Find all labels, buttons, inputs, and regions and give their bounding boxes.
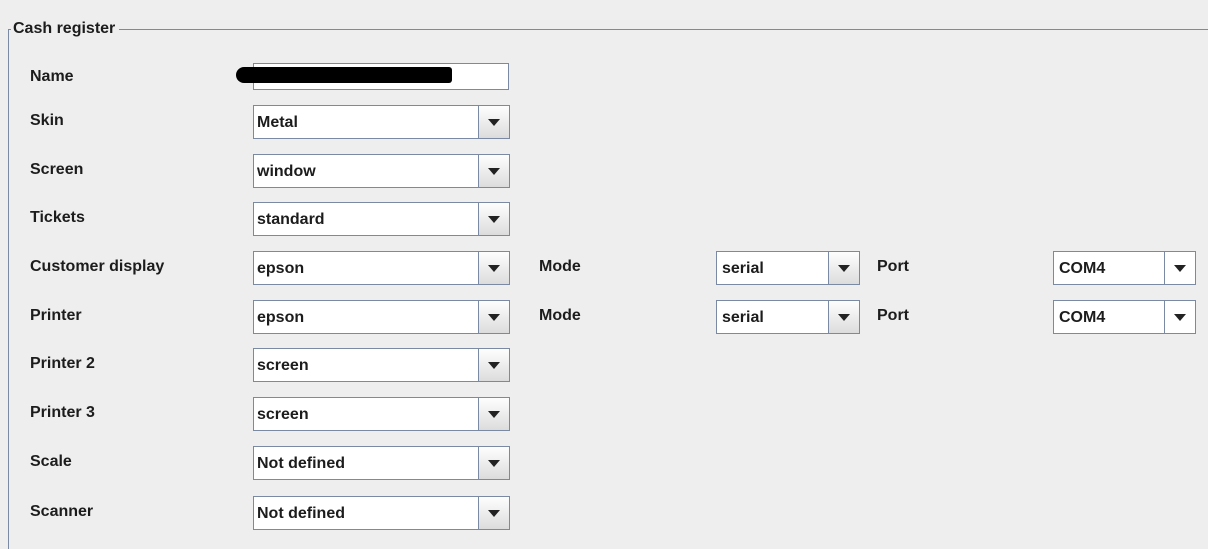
printer-2-value: screen bbox=[257, 357, 309, 374]
chevron-down-icon bbox=[488, 460, 500, 467]
printer-2-select[interactable]: screen bbox=[253, 348, 510, 382]
screen-select[interactable]: window bbox=[253, 154, 510, 188]
scale-select[interactable]: Not defined bbox=[253, 446, 510, 480]
printer-3-dropdown-button[interactable] bbox=[478, 398, 509, 430]
chevron-down-icon bbox=[1174, 314, 1186, 321]
printer-mode-label: Mode bbox=[539, 307, 581, 324]
chevron-down-icon bbox=[488, 314, 500, 321]
skin-select[interactable]: Metal bbox=[253, 105, 510, 139]
chevron-down-icon bbox=[488, 119, 500, 126]
customer-display-port-dropdown-button[interactable] bbox=[1164, 252, 1195, 284]
row-name: Name bbox=[0, 59, 1208, 95]
printer-mode-select[interactable]: serial bbox=[716, 300, 860, 334]
customer-display-mode-label: Mode bbox=[539, 258, 581, 275]
printer-label: Printer bbox=[30, 307, 82, 324]
chevron-down-icon bbox=[838, 265, 850, 272]
tickets-select[interactable]: standard bbox=[253, 202, 510, 236]
customer-display-label: Customer display bbox=[30, 258, 165, 275]
printer-port-value: COM4 bbox=[1059, 309, 1106, 326]
row-skin: Skin Metal bbox=[0, 103, 1208, 139]
printer-mode-value: serial bbox=[722, 309, 764, 326]
customer-display-select[interactable]: epson bbox=[253, 251, 510, 285]
printer-dropdown-button[interactable] bbox=[478, 301, 509, 333]
scale-dropdown-button[interactable] bbox=[478, 447, 509, 479]
customer-display-port-select[interactable]: COM4 bbox=[1053, 251, 1196, 285]
chevron-down-icon bbox=[1174, 265, 1186, 272]
customer-display-port-value: COM4 bbox=[1059, 260, 1106, 277]
tickets-dropdown-button[interactable] bbox=[478, 203, 509, 235]
row-screen: Screen window bbox=[0, 152, 1208, 188]
row-printer-3: Printer 3 screen bbox=[0, 395, 1208, 431]
customer-display-dropdown-button[interactable] bbox=[478, 252, 509, 284]
scanner-select[interactable]: Not defined bbox=[253, 496, 510, 530]
tickets-value: standard bbox=[257, 211, 325, 228]
row-customer-display: Customer display epson Mode serial Port … bbox=[0, 249, 1208, 285]
printer-3-label: Printer 3 bbox=[30, 404, 95, 421]
chevron-down-icon bbox=[488, 510, 500, 517]
screen-dropdown-button[interactable] bbox=[478, 155, 509, 187]
printer-3-select[interactable]: screen bbox=[253, 397, 510, 431]
printer-3-value: screen bbox=[257, 406, 309, 423]
row-scanner: Scanner Not defined bbox=[0, 494, 1208, 530]
group-title: Cash register bbox=[11, 18, 120, 40]
redacted-name-value bbox=[236, 67, 452, 83]
chevron-down-icon bbox=[488, 265, 500, 272]
skin-value: Metal bbox=[257, 114, 298, 131]
skin-label: Skin bbox=[30, 112, 64, 129]
scanner-label: Scanner bbox=[30, 503, 94, 520]
chevron-down-icon bbox=[488, 411, 500, 418]
customer-display-mode-dropdown-button[interactable] bbox=[828, 252, 859, 284]
printer-value: epson bbox=[257, 309, 305, 326]
row-scale: Scale Not defined bbox=[0, 444, 1208, 480]
chevron-down-icon bbox=[488, 362, 500, 369]
printer-2-dropdown-button[interactable] bbox=[478, 349, 509, 381]
scanner-value: Not defined bbox=[257, 505, 345, 522]
name-input[interactable] bbox=[236, 63, 509, 90]
chevron-down-icon bbox=[488, 168, 500, 175]
customer-display-value: epson bbox=[257, 260, 305, 277]
screen-value: window bbox=[257, 163, 316, 180]
scanner-dropdown-button[interactable] bbox=[478, 497, 509, 529]
row-tickets: Tickets standard bbox=[0, 200, 1208, 236]
scale-value: Not defined bbox=[257, 455, 345, 472]
row-printer-2: Printer 2 screen bbox=[0, 346, 1208, 382]
chevron-down-icon bbox=[488, 216, 500, 223]
customer-display-mode-value: serial bbox=[722, 260, 764, 277]
customer-display-port-label: Port bbox=[877, 258, 909, 275]
screen-label: Screen bbox=[30, 161, 84, 178]
printer-port-label: Port bbox=[877, 307, 909, 324]
chevron-down-icon bbox=[838, 314, 850, 321]
customer-display-mode-select[interactable]: serial bbox=[716, 251, 860, 285]
scale-label: Scale bbox=[30, 453, 72, 470]
printer-port-dropdown-button[interactable] bbox=[1164, 301, 1195, 333]
printer-select[interactable]: epson bbox=[253, 300, 510, 334]
tickets-label: Tickets bbox=[30, 209, 85, 226]
printer-port-select[interactable]: COM4 bbox=[1053, 300, 1196, 334]
skin-dropdown-button[interactable] bbox=[478, 106, 509, 138]
row-printer: Printer epson Mode serial Port COM4 bbox=[0, 298, 1208, 334]
name-label: Name bbox=[30, 68, 74, 85]
printer-2-label: Printer 2 bbox=[30, 355, 95, 372]
printer-mode-dropdown-button[interactable] bbox=[828, 301, 859, 333]
